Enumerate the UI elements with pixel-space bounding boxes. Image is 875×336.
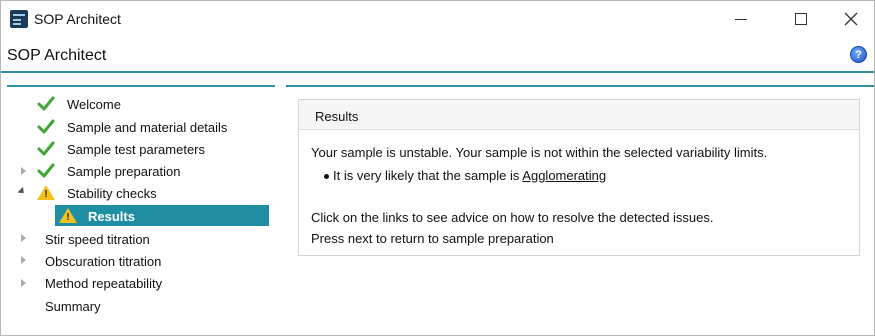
nav-item-label: Obscuration titration: [45, 253, 162, 269]
check-icon: [37, 96, 55, 111]
nav-item-label: Method repeatability: [45, 275, 163, 291]
maximize-button[interactable]: [778, 1, 824, 37]
warning-mark: !: [44, 189, 48, 200]
check-icon: [37, 163, 55, 178]
results-advice: Click on the links to see advice on how …: [311, 210, 714, 225]
warning-mark: !: [66, 212, 70, 223]
window-title: SOP Architect: [34, 11, 121, 27]
results-bullet-text: It is very likely that the sample is: [333, 168, 523, 183]
expand-chevron-icon[interactable]: [21, 167, 26, 175]
nav-item-label: Results: [88, 208, 135, 224]
nav-item-label: Summary: [45, 298, 101, 314]
maximize-icon: [795, 13, 807, 25]
results-next-hint: Press next to return to sample preparati…: [311, 231, 554, 246]
close-icon: [844, 12, 858, 26]
minimize-button[interactable]: [718, 1, 764, 37]
app-window: SOP Architect SOP Architect ? Welcome Sa: [0, 0, 875, 336]
bullet-dot: [324, 174, 329, 179]
content-divider: [286, 85, 874, 87]
results-panel: Results Your sample is unstable. Your sa…: [298, 99, 860, 256]
nav-item-label: Stability checks: [67, 185, 157, 201]
collapse-chevron-icon[interactable]: [17, 186, 27, 197]
check-icon: [37, 141, 55, 156]
close-button[interactable]: [828, 1, 874, 37]
expand-chevron-icon[interactable]: [21, 256, 26, 264]
app-logo-icon: [10, 10, 28, 28]
nav-item-label: Stir speed titration: [45, 231, 150, 247]
results-panel-title: Results: [315, 109, 359, 124]
nav-item-label: Sample preparation: [67, 163, 181, 179]
agglomerating-link[interactable]: Agglomerating: [522, 168, 606, 183]
results-panel-header: Results: [299, 100, 859, 130]
header-divider: [1, 71, 874, 73]
nav-item-label: Sample test parameters: [67, 141, 206, 157]
nav-item-label: Sample and material details: [67, 119, 228, 135]
minimize-icon: [735, 19, 747, 20]
help-icon[interactable]: ?: [850, 46, 867, 63]
check-icon: [37, 119, 55, 134]
nav-item-label: Welcome: [67, 96, 121, 112]
expand-chevron-icon[interactable]: [21, 279, 26, 287]
title-bar: SOP Architect: [1, 1, 874, 37]
page-title: SOP Architect: [7, 47, 107, 64]
expand-chevron-icon[interactable]: [21, 234, 26, 242]
nav-divider: [7, 85, 275, 87]
results-bullet: It is very likely that the sample is Agg…: [333, 168, 606, 183]
results-summary: Your sample is unstable. Your sample is …: [311, 145, 768, 160]
